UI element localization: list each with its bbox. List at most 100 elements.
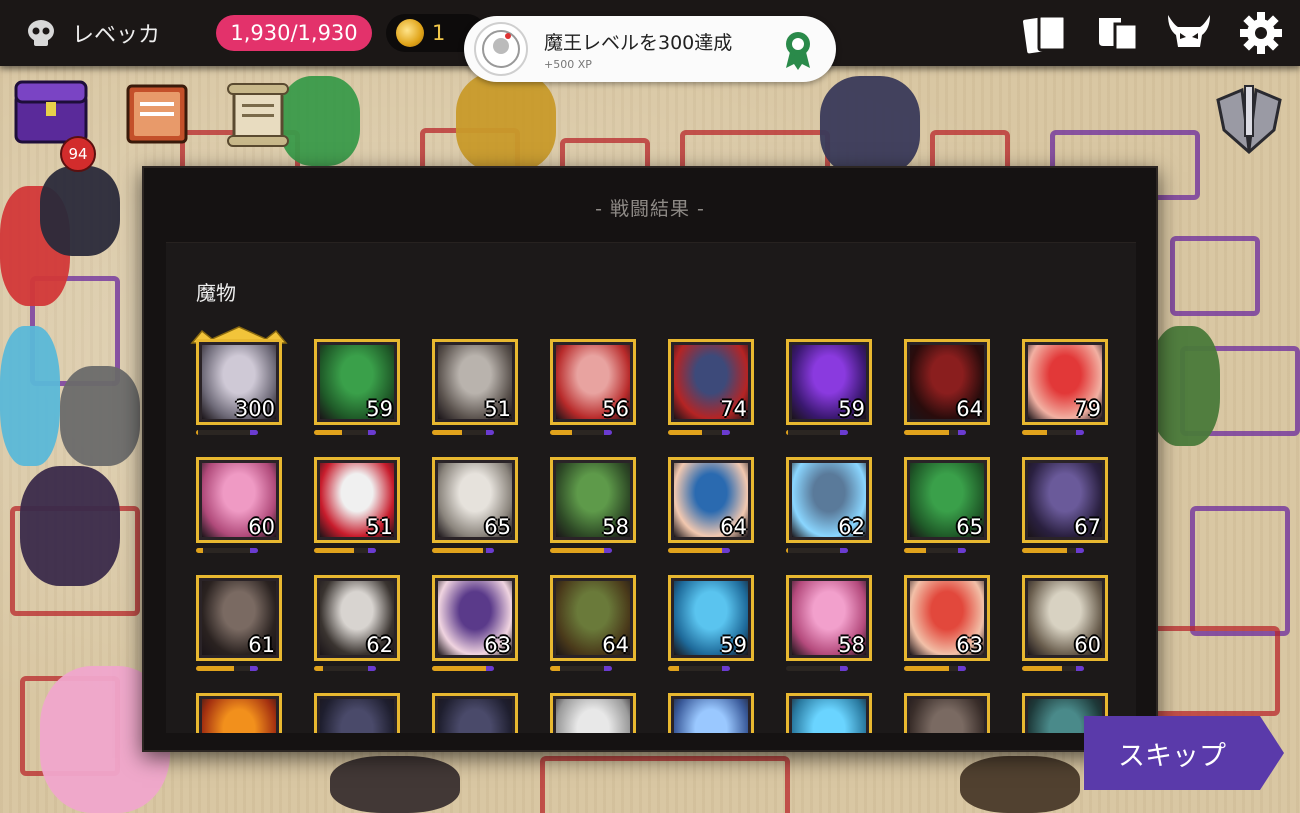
achievement-notification[interactable]: 魔王レベルを300達成 +500 XP [464, 16, 836, 82]
monster-card[interactable]: 59 [314, 339, 400, 445]
battle-sword-emblem-icon[interactable] [1212, 80, 1286, 156]
monster-card[interactable]: 64 [668, 457, 754, 563]
monster-exp-fill [196, 548, 204, 553]
monster-portrait-frame [668, 693, 754, 733]
monster-level: 56 [602, 397, 629, 421]
gold-coin-icon [396, 19, 424, 47]
monster-portrait-frame: 51 [314, 457, 400, 543]
monster-portrait-frame: 65 [904, 457, 990, 543]
monster-card[interactable]: 74 [668, 339, 754, 445]
monster-card[interactable]: 300 [190, 326, 288, 445]
monster-portrait-frame: 65 [432, 457, 518, 543]
monster-exp-cap [604, 666, 612, 671]
monster-card[interactable]: 62 [786, 457, 872, 563]
monster-exp-cap [250, 666, 258, 671]
monster-portrait-frame [314, 693, 400, 733]
monster-card[interactable] [904, 693, 990, 733]
monster-exp-cap [486, 548, 494, 553]
result-list-scroll-area[interactable]: 魔物 300 59 51 56 74 59 64 79 60 51 65 58 64 62 65 67 61 62… [166, 242, 1136, 733]
monster-card[interactable]: 65 [432, 457, 518, 563]
monster-card[interactable]: 51 [314, 457, 400, 563]
monster-portrait-frame [196, 693, 282, 733]
monster-exp-fill [1022, 548, 1067, 553]
monster-portrait-frame: 63 [904, 575, 990, 661]
monster-card[interactable] [668, 693, 754, 733]
monster-card[interactable] [314, 693, 400, 733]
monster-level: 63 [956, 633, 983, 657]
monster-exp-bar [314, 548, 376, 553]
monster-card[interactable]: 59 [786, 339, 872, 445]
map-rune [540, 756, 790, 813]
monster-sprite [1150, 326, 1220, 446]
monster-card[interactable]: 65 [904, 457, 990, 563]
monster-card[interactable]: 64 [550, 575, 636, 681]
monster-card[interactable]: 58 [550, 457, 636, 563]
monster-sprite [20, 466, 120, 586]
monster-portrait-frame: 79 [1022, 339, 1108, 425]
monster-level: 61 [248, 633, 275, 657]
monster-card[interactable]: 64 [904, 339, 990, 445]
skip-button[interactable]: スキップ [1084, 716, 1284, 790]
panel-title: - 戦闘結果 - [595, 198, 705, 220]
achievement-emblem-icon [474, 22, 528, 76]
monster-exp-fill [550, 548, 610, 553]
monster-level: 51 [484, 397, 511, 421]
monster-level: 51 [366, 515, 393, 539]
monster-exp-bar [668, 430, 730, 435]
settings-gear-icon[interactable] [1236, 10, 1286, 56]
player-skull-icon [28, 20, 54, 46]
monster-card[interactable] [786, 693, 872, 733]
monster-portrait-frame [904, 693, 990, 733]
demon-skull-icon[interactable] [1164, 10, 1214, 56]
book-icon[interactable] [1092, 10, 1142, 56]
monster-level: 62 [366, 633, 393, 657]
monster-card[interactable]: 60 [196, 457, 282, 563]
monster-exp-fill [668, 430, 703, 435]
scroll-icon[interactable] [222, 80, 294, 150]
player-info[interactable]: レベッカ [24, 14, 160, 52]
monster-portrait-frame: 62 [314, 575, 400, 661]
monster-portrait-frame: 59 [314, 339, 400, 425]
monster-card[interactable]: 79 [1022, 339, 1108, 445]
monster-card[interactable]: 56 [550, 339, 636, 445]
chest-count-badge: 94 [60, 136, 96, 172]
monster-exp-bar [196, 430, 258, 435]
monster-sprite [960, 756, 1080, 813]
monster-card[interactable]: 60 [1022, 575, 1108, 681]
monster-card[interactable]: 51 [432, 339, 518, 445]
monster-exp-cap [722, 666, 730, 671]
monster-card[interactable]: 63 [432, 575, 518, 681]
monster-portrait-frame: 61 [196, 575, 282, 661]
monster-exp-fill [432, 430, 462, 435]
monster-exp-fill [432, 666, 487, 671]
monster-exp-cap [368, 666, 376, 671]
monster-exp-fill [904, 548, 926, 553]
monster-exp-bar [432, 666, 494, 671]
monster-card[interactable]: 59 [668, 575, 754, 681]
monster-level: 65 [956, 515, 983, 539]
monster-exp-cap [368, 430, 376, 435]
spellbook-icon[interactable] [120, 78, 192, 150]
monster-level: 64 [602, 633, 629, 657]
monster-card[interactable]: 61 [196, 575, 282, 681]
monster-exp-bar [1022, 666, 1084, 671]
monster-card[interactable]: 58 [786, 575, 872, 681]
monster-exp-cap [840, 430, 848, 435]
monster-exp-bar [786, 548, 848, 553]
monster-portrait-frame: 64 [550, 575, 636, 661]
monster-card[interactable] [196, 693, 282, 733]
monster-exp-fill [786, 430, 789, 435]
monster-card[interactable]: 63 [904, 575, 990, 681]
monster-card[interactable] [550, 693, 636, 733]
monster-level: 74 [720, 397, 747, 421]
monster-exp-cap [1076, 430, 1084, 435]
monster-card[interactable] [432, 693, 518, 733]
monster-exp-bar [196, 548, 258, 553]
map-rune [1170, 236, 1260, 316]
monster-card[interactable]: 67 [1022, 457, 1108, 563]
monster-exp-fill [314, 666, 323, 671]
cards-icon[interactable] [1020, 10, 1070, 56]
monster-card[interactable]: 62 [314, 575, 400, 681]
monster-exp-cap [722, 430, 730, 435]
monster-exp-bar [550, 666, 612, 671]
